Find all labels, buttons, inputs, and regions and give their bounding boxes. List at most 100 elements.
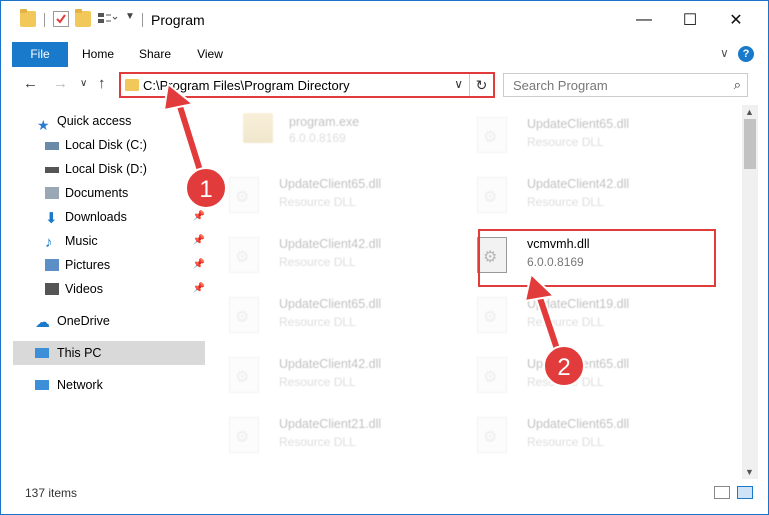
star-icon: ★: [37, 117, 50, 133]
maximize-button[interactable]: ☐: [667, 1, 713, 39]
new-folder-icon[interactable]: [75, 9, 91, 27]
file-type: Resource DLL: [279, 255, 356, 269]
dll-icon: [477, 177, 507, 213]
download-icon: ⬇: [45, 210, 58, 227]
scroll-thumb[interactable]: [744, 119, 756, 169]
file-type: Resource DLL: [527, 315, 604, 329]
file-list: program.exe 6.0.0.8169 UpdateClient65.dl…: [213, 105, 741, 475]
sidebar-item-videos[interactable]: Videos 📌: [25, 277, 205, 301]
customize-quick-access-icon[interactable]: [97, 11, 118, 27]
file-item[interactable]: UpdateClient42.dll Resource DLL: [213, 349, 443, 399]
dll-icon: [229, 417, 259, 453]
file-name: program.exe: [289, 115, 360, 129]
scroll-up-icon[interactable]: ▲: [745, 107, 754, 117]
file-item[interactable]: UpdateClient42.dll Resource DLL: [213, 229, 443, 279]
file-type: Resource DLL: [279, 195, 356, 209]
properties-icon[interactable]: [53, 11, 69, 27]
sidebar-item-label: Network: [57, 378, 103, 392]
pictures-icon: [45, 259, 59, 271]
sidebar-item-music[interactable]: ♪ Music 📌: [25, 229, 205, 253]
sidebar-item-local-disk-d[interactable]: Local Disk (D:): [25, 157, 205, 181]
refresh-button[interactable]: ↻: [469, 74, 493, 96]
sidebar-item-downloads[interactable]: ⬇ Downloads 📌: [25, 205, 205, 229]
file-item[interactable]: UpdateClient42.dll Resource DLL: [461, 169, 691, 219]
documents-icon: [45, 187, 59, 199]
folder-icon: [125, 79, 139, 91]
file-name: UpdateClient42.dll: [279, 237, 382, 251]
file-type: Resource DLL: [279, 375, 356, 389]
sidebar-item-network[interactable]: Network: [25, 373, 205, 397]
minimize-button[interactable]: —: [621, 1, 667, 39]
sidebar-item-label: Local Disk (D:): [65, 162, 147, 176]
sidebar-item-label: Music: [65, 234, 98, 248]
file-name: UpdateClient65.dll: [527, 417, 630, 431]
help-icon[interactable]: ?: [738, 46, 754, 62]
file-item[interactable]: UpdateClient21.dll Resource DLL: [213, 409, 443, 459]
details-view-icon[interactable]: [714, 486, 730, 499]
sidebar-item-label: Quick access: [57, 114, 132, 128]
file-item[interactable]: UpdateClient65.dll Resource DLL: [213, 289, 443, 339]
file-item[interactable]: UpdateClient19.dll Resource DLL: [461, 289, 691, 339]
file-name: UpdateClient65.dll: [279, 297, 382, 311]
sidebar-item-documents[interactable]: Documents: [25, 181, 205, 205]
highlight-frame: [478, 229, 716, 287]
music-icon: ♪: [45, 234, 53, 251]
network-icon: [35, 380, 49, 390]
cloud-icon: ☁: [35, 314, 50, 331]
file-item[interactable]: program.exe 6.0.0.8169: [223, 109, 453, 159]
ribbon-tabs: File Home Share View ∨ ?: [1, 42, 768, 67]
close-button[interactable]: ✕: [713, 1, 759, 39]
file-type: Resource DLL: [527, 195, 604, 209]
search-icon[interactable]: ⌕: [734, 77, 741, 93]
sidebar-item-quick-access[interactable]: ★ Quick access: [25, 109, 205, 133]
pin-icon[interactable]: 📌: [193, 253, 205, 277]
address-bar[interactable]: C:\Program Files\Program Directory ∨ ↻: [119, 72, 495, 98]
sidebar-item-local-disk-c[interactable]: Local Disk (C:): [25, 133, 205, 157]
ribbon-collapse-button[interactable]: ∨: [720, 46, 729, 60]
up-button[interactable]: ↑: [98, 75, 106, 92]
address-dropdown-button[interactable]: ∨: [454, 77, 463, 91]
tab-view[interactable]: View: [187, 42, 233, 67]
file-item[interactable]: UpdateClient65.dll Resource DLL: [461, 109, 691, 159]
sidebar-item-label: This PC: [57, 346, 102, 360]
navigation-pane: ★ Quick access Local Disk (C:) Local Dis…: [1, 105, 206, 475]
divider: [142, 13, 143, 27]
tab-home[interactable]: Home: [73, 42, 123, 67]
step-badge-2: 2: [543, 345, 585, 387]
sidebar-item-pictures[interactable]: Pictures 📌: [25, 253, 205, 277]
videos-icon: [45, 283, 59, 295]
sidebar-item-this-pc[interactable]: This PC: [13, 341, 205, 365]
vertical-scrollbar[interactable]: ▲ ▼: [742, 105, 758, 479]
file-type: Resource DLL: [527, 135, 604, 149]
status-bar: 137 items: [1, 479, 768, 507]
dll-icon: [477, 417, 507, 453]
file-item[interactable]: UpdateClient65.dll Resource DLL: [213, 169, 443, 219]
pin-icon[interactable]: 📌: [193, 229, 205, 253]
scroll-down-icon[interactable]: ▼: [745, 467, 754, 477]
file-type: Resource DLL: [527, 435, 604, 449]
dll-icon: [229, 177, 259, 213]
dll-icon: [477, 117, 507, 153]
sidebar-item-onedrive[interactable]: ☁ OneDrive: [25, 309, 205, 333]
large-icons-view-icon[interactable]: [737, 486, 753, 499]
file-name: UpdateClient21.dll: [279, 417, 382, 431]
address-path[interactable]: C:\Program Files\Program Directory: [143, 78, 350, 93]
recent-locations-button[interactable]: ∨: [80, 78, 87, 89]
drive-icon: [45, 167, 59, 173]
file-item[interactable]: UpdateClient65.dll Resource DLL: [461, 409, 691, 459]
file-version: 6.0.0.8169: [289, 131, 346, 145]
folder-icon: [20, 9, 36, 27]
dll-icon: [477, 297, 507, 333]
search-input[interactable]: Search Program ⌕: [503, 73, 748, 97]
back-button[interactable]: ←: [23, 75, 38, 92]
file-type: Resource DLL: [279, 435, 356, 449]
dll-icon: [229, 297, 259, 333]
tab-share[interactable]: Share: [131, 42, 179, 67]
tab-file[interactable]: File: [12, 42, 68, 67]
pin-icon[interactable]: 📌: [193, 277, 205, 301]
search-placeholder: Search Program: [513, 78, 608, 93]
forward-button[interactable]: →: [53, 75, 68, 92]
navigation-bar: ← → ∨ ↑ C:\Program Files\Program Directo…: [1, 69, 768, 101]
chevron-down-icon[interactable]: ▼: [125, 11, 141, 27]
divider: [44, 13, 45, 27]
